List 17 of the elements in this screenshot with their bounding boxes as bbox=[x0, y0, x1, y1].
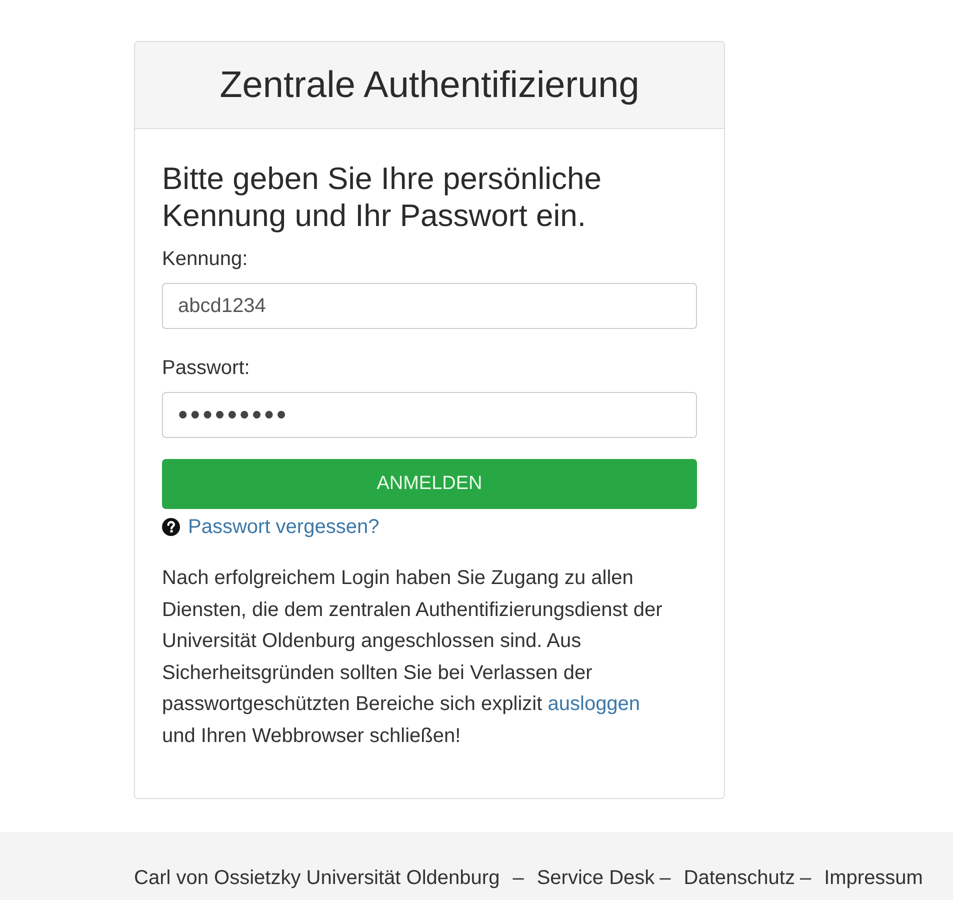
card-title: Zentrale Authentifizierung bbox=[220, 63, 640, 107]
help-icon bbox=[162, 518, 180, 536]
field-label: Passwort: bbox=[162, 356, 250, 380]
footer-link[interactable]: Datenschutz bbox=[684, 865, 795, 891]
footer-link[interactable]: Service Desk bbox=[536, 865, 655, 891]
footer-separator: – bbox=[800, 866, 812, 891]
footer-separator: – bbox=[660, 866, 671, 891]
footer-separator: – bbox=[512, 866, 524, 891]
login-notice: Nach erfolgreichem Login haben Sie Zugang zu allen Diensten, die dem zentralen Authentifizierungsdienst der Universität Oldenburg angeschlossen sind. Aus Sicherheitsgründen sollten Sie bei Verlassen der passwortgeschützten Bereiche sich explizit ausloggen und Ihren Webbrowser schließen! bbox=[162, 566, 664, 749]
password-field[interactable]: ••••••••• bbox=[162, 392, 697, 438]
username-field[interactable]: abcd1234 bbox=[162, 283, 697, 329]
login-heading: Bitte geben Sie Ihre persönliche Kennung und Ihr Passwort ein. bbox=[162, 160, 602, 234]
forgot-password-link[interactable]: Passwort vergessen? bbox=[188, 515, 380, 539]
logout-link[interactable]: ausloggen bbox=[548, 693, 640, 716]
field-label: Kennung: bbox=[162, 247, 248, 271]
university-name: Carl von Ossietzky Universität Oldenburg bbox=[134, 866, 500, 891]
footer-link[interactable]: Impressum bbox=[824, 865, 923, 891]
